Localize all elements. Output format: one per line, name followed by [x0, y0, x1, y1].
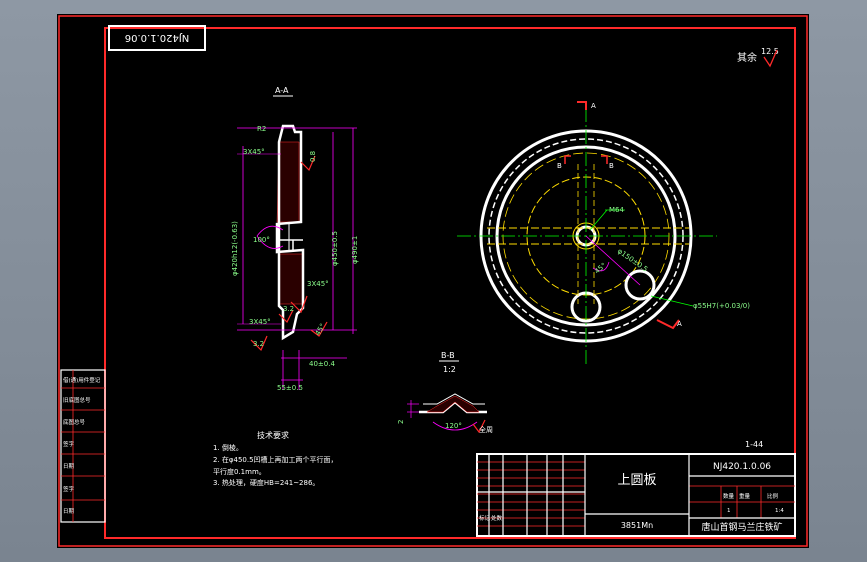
left-side-table: 借(通)用件登记 旧底图总号 底图总号 签字 日期 签字 日期 [60, 369, 106, 523]
dim-overall: 55±0.5 [277, 384, 303, 392]
side-table-cell-5: 日期 [63, 463, 75, 470]
dim-roughness-32a: 3.2 [253, 340, 264, 348]
material: 3851Mn [621, 521, 653, 530]
technical-requirements: 技术要求 1. 倒棱。 2. 在φ450.5凹槽上再加工两个平行面， 平行度0.… [213, 430, 338, 487]
dim-bore: φ55H7(+0.03/0) [693, 302, 750, 310]
dim-thread: M64 [609, 206, 624, 214]
title-block: 1-44 上圆板 3851Mn NJ420.1.0.06 唐山首钢马兰庄铁矿 数… [476, 440, 796, 537]
quantity-label: 数量 [723, 492, 735, 500]
part-name: 上圆板 [617, 473, 656, 488]
side-table-cell-7: 日期 [63, 508, 75, 515]
plan-label-a-top: A [591, 102, 596, 110]
dim-r2: R2 [257, 125, 266, 133]
count-label: 处数 [491, 514, 503, 522]
plan-label-b-left: B [557, 162, 562, 170]
weight-label: 重量 [739, 492, 751, 500]
tech-req-line-3: 平行度0.1mm。 [213, 467, 266, 476]
side-table-cell-1: 借(通)用件登记 [63, 376, 101, 384]
mark-label: 标记 [479, 514, 491, 522]
company-name: 唐山首钢马兰庄铁矿 [701, 521, 782, 533]
drawing-number: NJ420.1.0.06 [713, 462, 771, 472]
tech-req-line-4: 3. 热处理，硬度HB=241~286。 [213, 478, 319, 487]
dim-roughness-08: 0.8 [309, 151, 317, 162]
quantity-value: 1 [727, 508, 731, 514]
dim-bb-depth: 2 [397, 420, 405, 424]
inner-border [104, 27, 796, 539]
roughness-label: 其余 [737, 51, 757, 64]
dim-chamfer-mid: 3X45° [307, 280, 329, 288]
dim-bb-angle: 120° [445, 422, 462, 430]
plan-view: A A B B M64 φ150±0.5 45° φ55H7(+0.03/0) [457, 101, 750, 364]
drawing-number-stamp: NJ420.1.0.06 [108, 25, 206, 51]
dim-plan-angle: 45° [593, 261, 608, 275]
dim-roughness-32b: 3.2 [283, 305, 294, 313]
dim-chamfer-top: 3X45° [243, 148, 265, 156]
section-aa-label: A-A [275, 86, 289, 95]
dim-chamfer-bot: 3X45° [249, 318, 271, 326]
tech-req-line-2: 2. 在φ450.5凹槽上再加工两个平行面， [213, 455, 338, 464]
section-bb-scale: 1:2 [443, 365, 456, 374]
roughness-note: 其余 12.5 [737, 47, 779, 68]
cad-viewport[interactable]: NJ420.1.0.06 其余 12.5 A-A R2 3X45° 3X45° … [57, 14, 809, 548]
dim-dia-inner: φ420h12(-0.63) [231, 221, 239, 276]
tech-req-line-1: 1. 倒棱。 [213, 443, 243, 452]
plan-label-b-right: B [609, 162, 614, 170]
stamp-text: NJ420.1.0.06 [125, 32, 190, 43]
scale-value: 1:4 [775, 508, 784, 514]
side-table-cell-4: 签字 [63, 440, 75, 448]
tech-req-title: 技术要求 [257, 430, 289, 440]
side-table-cell-2: 旧底图总号 [63, 396, 91, 404]
scale-label: 比例 [767, 492, 779, 500]
plan-label-a-bottom: A [677, 320, 682, 328]
outer-border [58, 15, 808, 547]
section-bb-view: B-B 1:2 120° 2 全周 [397, 351, 493, 434]
section-aa-view: A-A R2 3X45° 3X45° 3X45° 100° φ490±1 φ45… [231, 86, 359, 392]
dim-dia-main: φ450±0.5 [331, 231, 339, 266]
drawing-sheet[interactable]: NJ420.1.0.06 其余 12.5 A-A R2 3X45° 3X45° … [57, 14, 809, 548]
dim-thickness: 40±0.4 [309, 360, 335, 368]
section-bb-note: 全周 [479, 425, 493, 434]
dim-bolt-circle: φ150±0.5 [616, 247, 649, 274]
side-table-cell-3: 底图总号 [63, 418, 86, 426]
dim-angle-100: 100° [253, 236, 270, 244]
dim-dia-rim: φ490±1 [351, 236, 359, 264]
section-bb-label: B-B [441, 351, 455, 360]
side-table-cell-6: 签字 [63, 485, 75, 493]
sheet-ref: 1-44 [745, 440, 763, 449]
